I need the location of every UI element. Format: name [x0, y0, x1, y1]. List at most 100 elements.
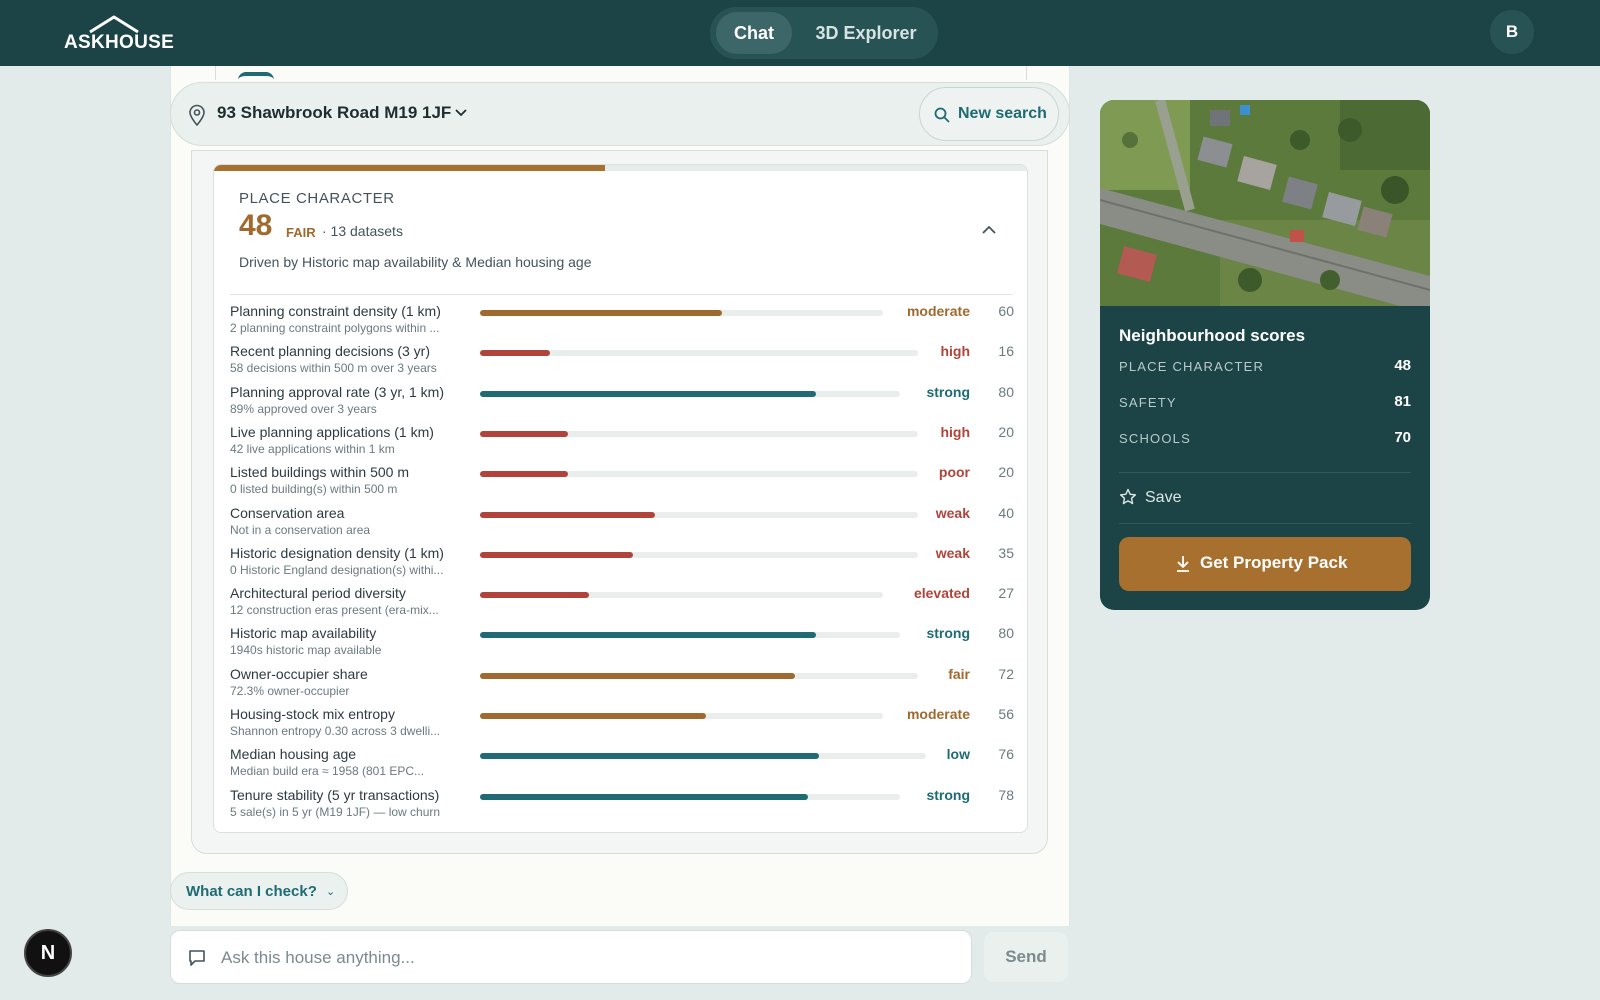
metric-row: Planning approval rate (3 yr, 1 km) 89% a… — [230, 384, 1014, 424]
place-character-driven-by: Driven by Historic map availability & Me… — [239, 254, 592, 270]
metric-label: Listed buildings within 500 m — [230, 464, 409, 481]
score-label: SCHOOLS — [1119, 431, 1191, 446]
place-character-band: FAIR — [286, 225, 316, 240]
metric-detail: Not in a conservation area — [230, 522, 371, 537]
metric-detail: 72.3% owner-occupier — [230, 683, 350, 698]
metric-label: Architectural period diversity — [230, 585, 406, 602]
metric-detail: 2 planning constraint polygons within ..… — [230, 321, 440, 335]
metric-bar — [480, 672, 918, 679]
metric-detail: Shannon entropy 0.30 across 3 dwelli... — [230, 724, 441, 738]
download-icon — [1177, 556, 1189, 572]
home-roof-icon — [89, 15, 139, 34]
metric-value: 76 — [998, 746, 1014, 763]
score-value: 70 — [1394, 429, 1411, 446]
metric-row: Conservation area Not in a conservation a… — [230, 505, 1014, 545]
chevron-up-icon[interactable] — [982, 225, 996, 234]
neighbourhood-title: Neighbourhood scores — [1119, 326, 1306, 345]
avatar[interactable]: B — [1490, 10, 1534, 54]
get-property-pack-label: Get Property Pack — [1200, 553, 1348, 572]
metric-label: Planning constraint density (1 km) — [230, 303, 441, 319]
chat-input[interactable] — [221, 943, 951, 973]
score-value: 48 — [1394, 357, 1411, 374]
metric-band: moderate — [906, 303, 970, 319]
metric-row: Recent planning decisions (3 yr) 58 decis… — [230, 343, 1014, 383]
metric-bar — [480, 310, 884, 316]
metric-bar — [480, 551, 918, 558]
metric-band: fair — [948, 665, 970, 682]
metric-bar-fill — [480, 310, 722, 316]
score-row-schools: SCHOOLS 70 — [1119, 429, 1411, 451]
metric-row: Median housing age Median build era ≈ 195… — [230, 746, 1014, 786]
score-label: PLACE CHARACTER — [1119, 359, 1265, 374]
address-text[interactable]: 93 Shawbrook Road M19 1JF — [217, 103, 451, 123]
metric-label: Tenure stability (5 yr transactions) — [230, 786, 440, 803]
send-button[interactable]: Send — [984, 932, 1068, 982]
chevron-down-icon[interactable] — [455, 109, 467, 117]
place-character-datasets: · 13 datasets — [322, 223, 403, 239]
place-character-progress-fill — [214, 165, 606, 171]
get-property-pack-button[interactable]: Get Property Pack — [1119, 537, 1411, 591]
metric-label: Conservation area — [230, 504, 345, 521]
what-can-i-check-button[interactable]: What can I check? ⌄ — [170, 872, 348, 910]
search-icon — [934, 107, 950, 123]
metric-band: high — [940, 343, 970, 360]
top-bar: ASKHOUSE Chat 3D Explorer B — [0, 0, 1600, 66]
metric-label: Recent planning decisions (3 yr) — [230, 343, 430, 360]
metric-band: elevated — [913, 585, 970, 602]
metric-bar-fill — [480, 511, 656, 518]
metric-bar — [480, 390, 901, 397]
metric-band: low — [946, 746, 970, 763]
metric-label: Live planning applications (1 km) — [230, 423, 434, 440]
metric-row: Architectural period diversity 12 constru… — [230, 585, 1014, 625]
what-can-i-check-label: What can I check? — [186, 883, 317, 900]
metric-row: Owner-occupier share 72.3% owner-occupier… — [230, 666, 1014, 706]
tab-chat[interactable]: Chat — [716, 12, 792, 54]
location-pin-icon — [189, 104, 205, 126]
metric-row: Historic designation density (1 km) 0 His… — [230, 545, 1014, 585]
metric-bar-fill — [480, 632, 817, 639]
score-row-place-character: PLACE CHARACTER 48 — [1119, 357, 1411, 379]
metric-value: 60 — [998, 303, 1014, 319]
logo[interactable]: ASKHOUSE — [64, 14, 174, 54]
metric-detail: 0 Historic England designation(s) withi.… — [230, 562, 444, 577]
metric-bar-fill — [480, 430, 568, 437]
metric-label: Housing-stock mix entropy — [230, 706, 395, 722]
place-character-card: PLACE CHARACTER 48 FAIR · 13 datasets Dr… — [213, 164, 1028, 833]
metric-band: strong — [926, 383, 970, 400]
metric-value: 80 — [998, 383, 1014, 400]
metric-band: weak — [935, 544, 970, 561]
chat-composer — [170, 930, 972, 984]
metric-detail: 0 listed building(s) within 500 m — [230, 482, 398, 497]
metric-bar-fill — [480, 592, 589, 599]
metric-label: Planning approval rate (3 yr, 1 km) — [230, 383, 444, 400]
metric-label: Historic map availability — [230, 625, 377, 642]
metric-band: high — [940, 423, 970, 440]
address-bar: 93 Shawbrook Road M19 1JF New search — [170, 82, 1070, 146]
place-character-score: 48 — [239, 209, 273, 242]
metric-detail: 5 sale(s) in 5 yr (M19 1JF) — low churn — [230, 804, 441, 819]
metric-bar-fill — [480, 390, 817, 397]
metric-value: 16 — [998, 343, 1014, 360]
chevron-down-icon: ⌄ — [326, 886, 336, 898]
tab-3d-explorer[interactable]: 3D Explorer — [802, 12, 930, 54]
new-search-button[interactable]: New search — [919, 87, 1059, 141]
place-character-title: PLACE CHARACTER — [239, 190, 395, 207]
metric-detail: 42 live applications within 1 km — [230, 441, 395, 456]
metric-row: Tenure stability (5 yr transactions) 5 sa… — [230, 787, 1014, 827]
metric-row: Live planning applications (1 km) 42 live… — [230, 424, 1014, 464]
save-label: Save — [1145, 489, 1182, 506]
metric-detail: 89% approved over 3 years — [230, 401, 377, 416]
metric-value: 40 — [998, 504, 1014, 521]
star-icon — [1119, 488, 1137, 505]
metric-row: Housing-stock mix entropy Shannon entropy… — [230, 706, 1014, 746]
metric-value: 35 — [998, 544, 1014, 561]
metric-detail: 12 construction eras present (era-mix... — [230, 603, 439, 618]
metric-row: Listed buildings within 500 m0 listed bu… — [230, 464, 1014, 504]
dev-badge[interactable]: N — [24, 929, 72, 977]
metric-value: 27 — [998, 585, 1014, 602]
metric-band: weak — [935, 504, 970, 521]
metric-bar — [480, 511, 918, 518]
score-label: SAFETY — [1119, 395, 1177, 410]
metric-label: Median housing age — [230, 746, 357, 763]
metric-band: strong — [926, 625, 970, 642]
